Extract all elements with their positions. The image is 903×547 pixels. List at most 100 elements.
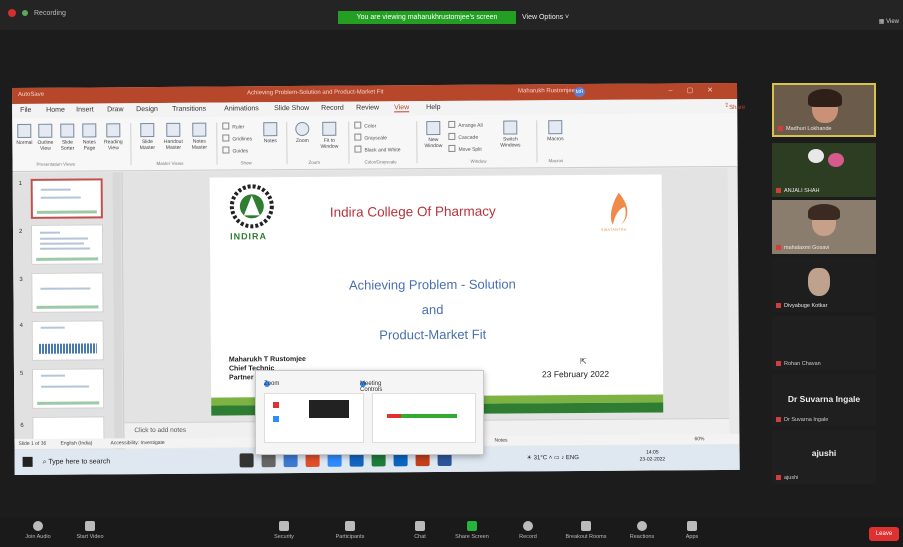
group-show: Show bbox=[240, 160, 252, 166]
participant-tile-3[interactable]: mahalaxmi Gosavi bbox=[772, 200, 876, 254]
outline-view-button[interactable]: Outline View bbox=[36, 123, 54, 152]
menu-view[interactable]: View bbox=[394, 104, 410, 113]
widgets-icon[interactable] bbox=[283, 453, 298, 468]
color-option[interactable]: Color bbox=[354, 121, 376, 129]
participant-tile-1[interactable]: Madhuri Lokhande bbox=[772, 83, 876, 137]
participant-tile-6[interactable]: Dr Suvarna Ingale Dr Suvarna Ingale bbox=[772, 374, 876, 426]
reading-view-button[interactable]: Reading View bbox=[102, 123, 124, 151]
thumb-chart bbox=[38, 343, 97, 354]
slide-thumbnail-2[interactable] bbox=[30, 224, 104, 265]
record-label: Record bbox=[519, 534, 537, 540]
autosave-toggle[interactable]: AutoSave bbox=[18, 92, 44, 98]
notes-placeholder: Click to add notes bbox=[134, 426, 187, 435]
normal-view-button[interactable]: Normal bbox=[16, 123, 33, 146]
share-button[interactable]: ⇪ Share bbox=[724, 102, 745, 111]
thumb-line bbox=[40, 231, 61, 234]
black-white-option[interactable]: Black and White bbox=[354, 145, 400, 153]
slide-thumbnail-3[interactable] bbox=[31, 272, 104, 313]
slide-sorter-icon bbox=[60, 123, 75, 138]
slide-sorter-button[interactable]: Slide Sorter bbox=[58, 123, 76, 152]
view-toggle[interactable]: ▦ View bbox=[879, 18, 899, 25]
menu-design[interactable]: Design bbox=[136, 106, 158, 113]
menu-file[interactable]: File bbox=[20, 107, 31, 114]
participant-tile-4[interactable]: Divyabuge Kotkar bbox=[772, 258, 876, 312]
view-label: View bbox=[886, 19, 899, 25]
menu-record[interactable]: Record bbox=[321, 105, 344, 112]
status-notes-toggle[interactable]: Notes bbox=[494, 438, 507, 444]
zoom-taskbar-preview[interactable]: Zoom Meeting Controls bbox=[255, 370, 484, 455]
cortana-icon[interactable] bbox=[239, 453, 254, 468]
record-icon bbox=[523, 521, 533, 531]
participant-tile-2[interactable]: ANJALI SHAH bbox=[772, 143, 876, 197]
system-tray[interactable]: ☀ 31°C ˄ ▭ ♪ ENG bbox=[527, 454, 579, 461]
arrange-all-button[interactable]: Arrange All bbox=[448, 121, 483, 129]
menu-help[interactable]: Help bbox=[426, 104, 440, 111]
fit-to-window-icon bbox=[322, 121, 337, 136]
status-language[interactable]: English (India) bbox=[60, 440, 92, 446]
outline-label: Outline View bbox=[37, 139, 54, 152]
grayscale-option[interactable]: Grayscale bbox=[354, 133, 387, 141]
zoom-button[interactable]: Zoom bbox=[292, 121, 312, 144]
ruler-checkbox[interactable]: Ruler bbox=[222, 122, 244, 130]
switch-windows-button[interactable]: Switch Windows bbox=[496, 120, 524, 149]
start-video-label: Start Video bbox=[76, 534, 104, 540]
participant-tile-5[interactable]: Rohan Chavan bbox=[772, 316, 876, 370]
chat-button[interactable]: Chat bbox=[390, 521, 450, 540]
slide-master-button[interactable]: Slide Master bbox=[136, 123, 158, 151]
status-zoom-level[interactable]: 60% bbox=[694, 436, 704, 442]
record-button[interactable]: Record bbox=[498, 521, 558, 540]
notes-page-label: Notes Page bbox=[82, 139, 96, 152]
notes-master-button[interactable]: Notes Master bbox=[188, 122, 210, 151]
menu-draw[interactable]: Draw bbox=[107, 106, 123, 113]
move-split-button[interactable]: Move Split bbox=[448, 145, 481, 153]
share-screen-button[interactable]: Share Screen bbox=[442, 521, 502, 540]
meeting-controls-preview[interactable] bbox=[372, 393, 476, 443]
participant-hair bbox=[808, 204, 840, 220]
reading-view-label: Reading View bbox=[104, 139, 123, 152]
participant-tile-7[interactable]: ajushi ajushi bbox=[772, 430, 876, 484]
thumb-number: 2 bbox=[18, 228, 23, 235]
menu-animations[interactable]: Animations bbox=[224, 105, 259, 112]
task-view-icon[interactable] bbox=[261, 453, 276, 468]
headline-line-3: Product-Market Fit bbox=[379, 326, 487, 343]
leave-button[interactable]: Leave bbox=[869, 527, 899, 541]
menu-slide-show[interactable]: Slide Show bbox=[274, 105, 309, 112]
menu-review[interactable]: Review bbox=[356, 104, 379, 111]
new-window-button[interactable]: New Window bbox=[422, 121, 444, 149]
slide-thumbnail-4[interactable] bbox=[31, 320, 104, 361]
window-controls[interactable]: –▢✕ bbox=[669, 86, 727, 94]
menu-insert[interactable]: Insert bbox=[76, 106, 94, 113]
breakout-rooms-label: Breakout Rooms bbox=[565, 534, 607, 540]
breakout-rooms-button[interactable]: Breakout Rooms bbox=[556, 521, 616, 540]
slide-thumbnail-1[interactable] bbox=[30, 178, 103, 219]
windows-start-icon[interactable] bbox=[22, 456, 33, 467]
start-video-button[interactable]: Start Video bbox=[60, 521, 120, 540]
gridlines-checkbox[interactable]: Gridlines bbox=[222, 134, 252, 142]
cascade-button[interactable]: Cascade bbox=[448, 133, 478, 141]
apps-label: Apps bbox=[685, 534, 699, 540]
guides-checkbox[interactable]: Guides bbox=[222, 146, 248, 154]
apps-button[interactable]: Apps bbox=[662, 521, 722, 540]
macros-label: Macros bbox=[547, 136, 564, 143]
notes-page-button[interactable]: Notes Page bbox=[80, 123, 98, 152]
zoom-window-preview[interactable] bbox=[264, 393, 364, 443]
menu-home[interactable]: Home bbox=[46, 107, 65, 114]
handout-master-icon bbox=[166, 122, 181, 137]
avatar[interactable]: MR bbox=[574, 86, 586, 98]
taskbar-clock[interactable]: 14:05 23-02-2022 bbox=[640, 449, 666, 463]
status-accessibility[interactable]: Accessibility: Investigate bbox=[110, 440, 164, 446]
menu-transitions[interactable]: Transitions bbox=[172, 106, 206, 113]
notes-button[interactable]: Notes bbox=[260, 122, 280, 144]
security-button[interactable]: Security bbox=[254, 521, 314, 540]
handout-master-button[interactable]: Handout Master bbox=[162, 122, 184, 151]
macros-button[interactable]: Macros bbox=[544, 120, 566, 142]
participants-button[interactable]: Participants bbox=[320, 521, 380, 540]
join-audio-button[interactable]: Join Audio bbox=[8, 521, 68, 540]
screen-share-banner: You are viewing maharukhrustomjee's scre… bbox=[338, 11, 516, 24]
recording-indicator[interactable]: Recording bbox=[8, 9, 66, 17]
fit-to-window-button[interactable]: Fit to Window bbox=[316, 121, 342, 150]
headline-line-1: Achieving Problem - Solution bbox=[348, 276, 516, 293]
slide-thumbnail-5[interactable] bbox=[31, 368, 105, 409]
taskbar-search-box[interactable]: ⌕ Type here to search bbox=[43, 453, 233, 469]
view-options-button[interactable]: View Options ˅ bbox=[522, 11, 592, 24]
